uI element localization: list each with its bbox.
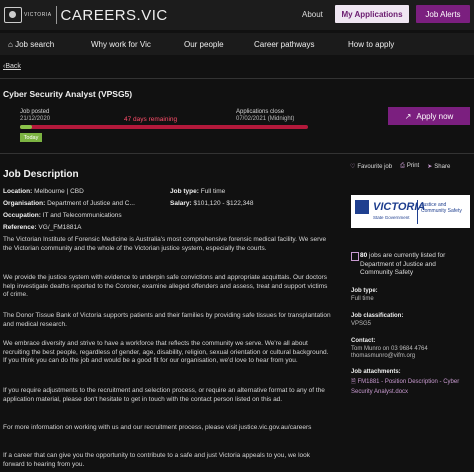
careers-vic-logo[interactable]: VICTORIA CAREERS.VIC: [4, 6, 168, 24]
favourite-label: Favourite job: [357, 164, 393, 170]
logo-department: Justice and Community Safety: [421, 202, 462, 214]
description-paragraph: If a career that can give you the opport…: [3, 452, 311, 468]
reference-value: VG/_FM1881A: [38, 224, 82, 231]
share-button[interactable]: ➤ Share: [427, 163, 450, 170]
today-badge: Today: [20, 133, 42, 142]
favourite-job-button[interactable]: ♡ Favourite job: [350, 163, 392, 170]
victoria-crest-icon: [4, 7, 22, 23]
timeline-progress-bar: [20, 125, 308, 129]
job-posted-date: 21/12/2020: [20, 116, 51, 122]
main-nav: ⌂ Job search Why work for Vic Our people…: [0, 33, 474, 55]
print-label: Print: [406, 163, 420, 169]
attachment-link[interactable]: 🗎 FM1881 - Position Description - Cyber …: [351, 377, 469, 397]
logo-state-government: State Government: [373, 215, 410, 220]
jobs-count-text: jobs are currently listed for Department…: [360, 252, 446, 276]
nav-our-people[interactable]: Our people: [184, 40, 224, 49]
sidebar-attachments-label: Job attachments:: [351, 369, 401, 375]
occupation-field: Occupation: IT and Telecommunications: [3, 212, 122, 219]
location-field: Location: Melbourne | CBD: [3, 188, 84, 195]
salary-label: Salary:: [170, 200, 192, 207]
home-icon: ⌂: [8, 40, 13, 49]
sidebar-job-type-value: Full time: [351, 296, 374, 302]
job-description-heading: Job Description: [3, 169, 79, 180]
job-actions: ♡ Favourite job ⎙ Print ➤ Share: [350, 163, 450, 170]
back-link[interactable]: ‹Back: [3, 63, 21, 70]
nav-how-to-apply[interactable]: How to apply: [348, 40, 394, 49]
heart-icon: ♡: [350, 164, 356, 170]
nav-job-search-label: Job search: [15, 40, 55, 49]
print-icon: ⎙: [400, 163, 405, 169]
about-link[interactable]: About: [302, 10, 323, 19]
my-applications-button[interactable]: My Applications: [335, 5, 409, 23]
print-button[interactable]: ⎙ Print: [400, 163, 419, 170]
description-paragraph: If you require adjustments to the recrui…: [3, 387, 325, 403]
description-paragraph: We embrace diversity and strive to have …: [3, 340, 329, 365]
logo-careers-text: CAREERS.VIC: [60, 6, 168, 24]
nav-why-work-for-vic[interactable]: Why work for Vic: [91, 40, 151, 49]
top-bar: VICTORIA CAREERS.VIC About My Applicatio…: [0, 0, 474, 30]
sidebar-job-type-label: Job type:: [351, 288, 378, 294]
salary-value: $101,120 - $122,348: [193, 200, 254, 207]
sidebar-contact-label: Contact:: [351, 338, 376, 344]
location-value: Melbourne | CBD: [34, 188, 84, 195]
share-label: Share: [434, 164, 451, 170]
logo-divider: [55, 6, 57, 24]
divider: [0, 78, 474, 79]
job-type-value: Full time: [200, 188, 226, 195]
share-icon: ➤: [427, 164, 433, 170]
organisation-label: Organisation:: [3, 200, 46, 207]
job-title: Cyber Security Analyst (VPSG5): [3, 89, 133, 99]
days-remaining: 47 days remaining: [124, 116, 178, 123]
timeline-progress-fill: [20, 125, 32, 129]
reference-field: Reference: VG/_FM1881A: [3, 224, 81, 231]
victoria-crest-icon: [355, 200, 369, 214]
divider: [0, 153, 474, 154]
back-label: Back: [5, 63, 21, 70]
jobs-listed-count[interactable]: 80 jobs are currently listed for Departm…: [360, 252, 470, 278]
job-type-label: Job type:: [170, 188, 199, 195]
salary-field: Salary: $101,120 - $122,348: [170, 200, 254, 207]
applications-close-date: 07/02/2021 (Midnight): [236, 116, 295, 122]
logo-divider: [417, 200, 418, 224]
sidebar-contact-name: Tom Munro on 03 9684 4764: [351, 346, 428, 352]
description-paragraph: We provide the justice system with evide…: [3, 274, 328, 299]
nav-career-pathways[interactable]: Career pathways: [254, 40, 314, 49]
attachment-name: FM1881 - Position Description - Cyber Se…: [351, 379, 460, 395]
organisation-value: Department of Justice and C...: [47, 200, 135, 207]
job-type-field: Job type: Full time: [170, 188, 225, 195]
description-paragraph: For more information on working with us …: [3, 424, 312, 431]
description-paragraph: The Victorian Institute of Forensic Medi…: [3, 236, 327, 252]
applications-close-label: Applications close: [236, 109, 285, 115]
briefcase-icon: [351, 252, 359, 261]
department-logo: VICTORIA State Government Justice and Co…: [351, 195, 470, 228]
occupation-label: Occupation:: [3, 212, 41, 219]
reference-label: Reference:: [3, 224, 37, 231]
jobs-count: 80: [360, 252, 368, 259]
occupation-value: IT and Telecommunications: [42, 212, 122, 219]
apply-now-label: Apply now: [416, 111, 454, 121]
location-label: Location:: [3, 188, 33, 195]
sidebar-classification-value: VPSG5: [351, 321, 372, 327]
sidebar-contact-email[interactable]: thomasmunro@vifm.org: [351, 353, 415, 360]
external-link-icon: ↗: [404, 111, 412, 121]
logo-victoria-text: VICTORIA: [24, 12, 52, 18]
job-alerts-button[interactable]: Job Alerts: [416, 5, 470, 23]
sidebar-classification-label: Job classification:: [351, 313, 404, 319]
job-posted-label: Job posted: [20, 109, 50, 115]
document-icon: 🗎: [351, 379, 356, 385]
apply-now-button[interactable]: ↗ Apply now: [388, 107, 470, 125]
nav-job-search[interactable]: ⌂ Job search: [8, 40, 54, 49]
description-paragraph: The Donor Tissue Bank of Victoria suppor…: [3, 312, 331, 328]
organisation-field: Organisation: Department of Justice and …: [3, 200, 135, 207]
